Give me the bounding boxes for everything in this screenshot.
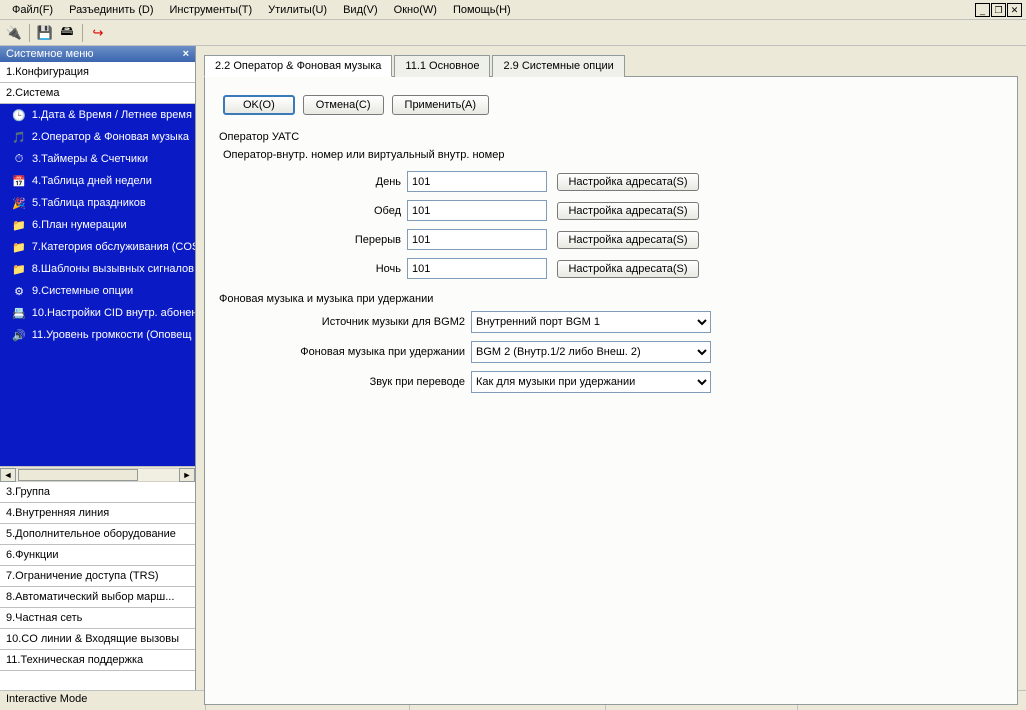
minimize-icon[interactable]: _ — [975, 3, 990, 17]
scroll-left-icon[interactable]: ◄ — [0, 468, 16, 482]
label-bgm2src: Источник музыки для BGM2 — [219, 316, 471, 328]
speaker-icon: 🔊 — [12, 328, 26, 342]
sub-volume[interactable]: 🔊11.Уровень громкости (Оповещ — [0, 324, 195, 346]
clock-icon: 🕒 — [12, 108, 26, 122]
tabs: 2.2 Оператор & Фоновая музыка 11.1 Основ… — [204, 54, 1018, 77]
gear-icon: ⚙ — [12, 284, 26, 298]
tree-extension[interactable]: 4.Внутренняя линия — [0, 503, 195, 524]
calendar-icon: 📅 — [12, 174, 26, 188]
sub-timers[interactable]: ⏱3.Таймеры & Счетчики — [0, 148, 195, 170]
dest-day-button[interactable]: Настройка адресата(S) — [557, 173, 699, 191]
sub-holidays[interactable]: 🎉5.Таблица праздников — [0, 192, 195, 214]
select-transfer[interactable]: Как для музыки при удержании — [471, 371, 711, 393]
menu-utilities[interactable]: Утилиты(U) — [260, 2, 335, 18]
group-bgm: Фоновая музыка и музыка при удержании Ис… — [219, 293, 1003, 393]
tree-optional[interactable]: 5.Дополнительное оборудование — [0, 524, 195, 545]
tree-maint[interactable]: 11.Техническая поддержка — [0, 650, 195, 671]
menu-file[interactable]: Файл(F) — [4, 2, 61, 18]
sidebar-title: Системное меню × — [0, 46, 195, 62]
timer-icon: ⏱ — [12, 152, 26, 166]
maximize-icon[interactable]: ❐ — [991, 3, 1006, 17]
tab-body: OK(O) Отмена(C) Применить(A) Оператор УА… — [204, 77, 1018, 705]
disk-icon[interactable]: 💾 — [35, 23, 55, 43]
label-break: Перерыв — [219, 234, 407, 246]
sidebar-title-label: Системное меню — [6, 48, 94, 60]
sub-weekdays[interactable]: 📅4.Таблица дней недели — [0, 170, 195, 192]
menu-tools[interactable]: Инструменты(T) — [162, 2, 261, 18]
tree-group[interactable]: 3.Группа — [0, 482, 195, 503]
label-lunch: Обед — [219, 205, 407, 217]
dest-lunch-button[interactable]: Настройка адресата(S) — [557, 202, 699, 220]
sub-numbering[interactable]: 📁6.План нумерации — [0, 214, 195, 236]
operator-icon: 🎵 — [12, 130, 26, 144]
tree-trs[interactable]: 7.Ограничение доступа (TRS) — [0, 566, 195, 587]
apply-button[interactable]: Применить(A) — [392, 95, 490, 115]
tree-co[interactable]: 10.CO линии & Входящие вызовы — [0, 629, 195, 650]
input-night[interactable] — [407, 258, 547, 279]
sidebar-close-icon[interactable]: × — [183, 48, 189, 60]
exit-icon[interactable]: ↪ — [88, 23, 108, 43]
sidebar: Системное меню × 1.Конфигурация 2.Систем… — [0, 46, 196, 690]
status-mode: Interactive Mode — [0, 691, 206, 710]
tree-system[interactable]: 2.Система — [0, 83, 195, 104]
folder-icon: 📁 — [12, 218, 26, 232]
menu-view[interactable]: Вид(V) — [335, 2, 386, 18]
content-area: 2.2 Оператор & Фоновая музыка 11.1 Основ… — [196, 46, 1026, 690]
menu-window[interactable]: Окно(W) — [386, 2, 445, 18]
sidebar-hscroll[interactable]: ◄ ► — [0, 466, 195, 482]
toolbar: 🔌 💾 🖴 ↪ — [0, 20, 1026, 46]
input-day[interactable] — [407, 171, 547, 192]
cancel-button[interactable]: Отмена(C) — [303, 95, 384, 115]
scroll-right-icon[interactable]: ► — [179, 468, 195, 482]
dest-break-button[interactable]: Настройка адресата(S) — [557, 231, 699, 249]
sub-sysopts[interactable]: ⚙9.Системные опции — [0, 280, 195, 302]
ok-button[interactable]: OK(O) — [223, 95, 295, 115]
dest-night-button[interactable]: Настройка адресата(S) — [557, 260, 699, 278]
label-day: День — [219, 176, 407, 188]
plug-icon[interactable]: 🔌 — [4, 23, 24, 43]
folder-icon: 📁 — [12, 262, 26, 276]
group-operator: Оператор УАТС Оператор-внутр. номер или … — [219, 131, 1003, 279]
scroll-thumb[interactable] — [18, 469, 138, 481]
tree-system-children: 🕒1.Дата & Время / Летнее время 🎵2.Операт… — [0, 104, 195, 466]
id-icon: 📇 — [12, 306, 26, 320]
drive-icon[interactable]: 🖴 — [57, 23, 77, 43]
select-hold[interactable]: BGM 2 (Внутр.1/2 либо Внеш. 2) — [471, 341, 711, 363]
tree-private[interactable]: 9.Частная сеть — [0, 608, 195, 629]
sub-cid[interactable]: 📇10.Настройки CID внутр. абонен — [0, 302, 195, 324]
tree-config[interactable]: 1.Конфигурация — [0, 62, 195, 83]
menu-help[interactable]: Помощь(H) — [445, 2, 519, 18]
tree-functions[interactable]: 6.Функции — [0, 545, 195, 566]
group-operator-title: Оператор УАТС — [219, 131, 1003, 143]
group-bgm-title: Фоновая музыка и музыка при удержании — [219, 293, 1003, 305]
label-transfer: Звук при переводе — [219, 376, 471, 388]
label-hold: Фоновая музыка при удержании — [219, 346, 471, 358]
tab-main[interactable]: 11.1 Основное — [394, 55, 490, 77]
sub-ring[interactable]: 📁8.Шаблоны вызывных сигналов — [0, 258, 195, 280]
close-icon[interactable]: ✕ — [1007, 3, 1022, 17]
folder-icon: 📁 — [12, 240, 26, 254]
select-bgm2src[interactable]: Внутренний порт BGM 1 — [471, 311, 711, 333]
tree-ars[interactable]: 8.Автоматический выбор марш... — [0, 587, 195, 608]
holiday-icon: 🎉 — [12, 196, 26, 210]
tab-sysopts[interactable]: 2.9 Системные опции — [492, 55, 624, 77]
input-break[interactable] — [407, 229, 547, 250]
menubar: Файл(F) Разъединить (D) Инструменты(T) У… — [0, 0, 1026, 20]
sub-operator[interactable]: 🎵2.Оператор & Фоновая музыка — [0, 126, 195, 148]
menu-disconnect[interactable]: Разъединить (D) — [61, 2, 161, 18]
group-operator-subtitle: Оператор-внутр. номер или виртуальный вн… — [223, 149, 1003, 161]
sub-cos[interactable]: 📁7.Категория обслуживания (COS — [0, 236, 195, 258]
tab-operator[interactable]: 2.2 Оператор & Фоновая музыка — [204, 55, 392, 77]
sub-datetime[interactable]: 🕒1.Дата & Время / Летнее время — [0, 104, 195, 126]
input-lunch[interactable] — [407, 200, 547, 221]
label-night: Ночь — [219, 263, 407, 275]
